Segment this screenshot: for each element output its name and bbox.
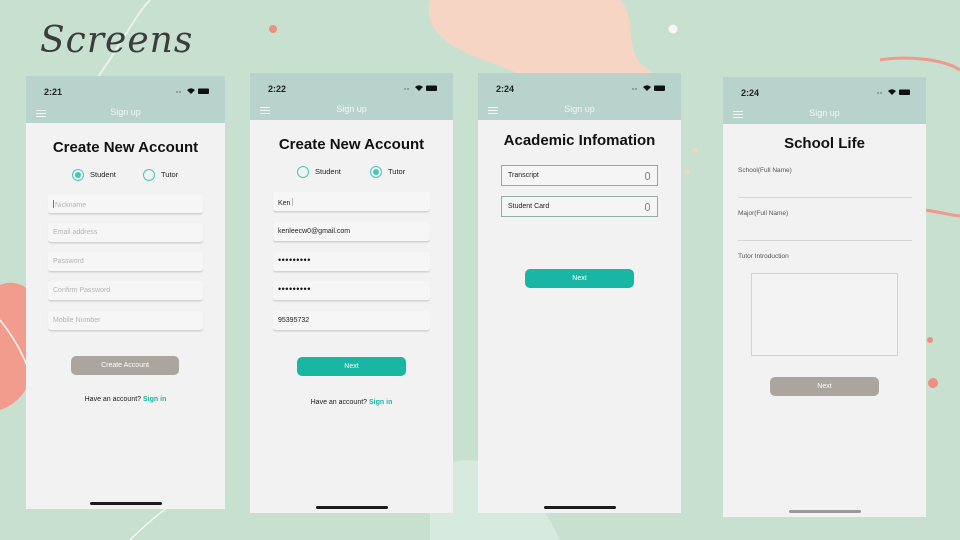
next-button[interactable]: Next: [525, 269, 634, 288]
mobile-input[interactable]: Mobile Number: [48, 311, 203, 331]
confirm-password-input[interactable]: Confirm Password: [48, 281, 203, 301]
page-title: Create New Account: [278, 136, 425, 153]
tutor-introduction-textarea[interactable]: [751, 273, 898, 356]
email-input[interactable]: kenleecw0@gmail.com: [273, 222, 430, 242]
signin-prefix: Have an account?: [310, 399, 368, 406]
password-input[interactable]: •••••••••: [273, 252, 430, 272]
radio-student[interactable]: [297, 166, 309, 178]
phone-screen-4: 2:24 Sign up School Life School(Full Nam…: [723, 77, 926, 517]
page-title: Academic Infomation: [503, 132, 656, 149]
major-label: Major(Full Name): [738, 210, 789, 217]
email-input[interactable]: Email address: [48, 223, 203, 243]
home-indicator: [315, 506, 388, 509]
radio-student-label: Student: [315, 167, 341, 176]
radio-student-label: Student: [90, 170, 116, 179]
radio-tutor-label: Tutor: [388, 167, 406, 176]
role-radio-group: Student Tutor: [250, 165, 453, 181]
signin-prompt: Have an account? Sign in: [26, 396, 225, 403]
nav-title: Sign up: [110, 107, 141, 117]
radio-tutor[interactable]: [143, 169, 155, 181]
student-card-upload[interactable]: Student Card: [501, 196, 658, 217]
page-title: School Life: [784, 135, 865, 152]
school-label: School(Full Name): [738, 167, 792, 174]
status-time: 2:24: [496, 84, 515, 94]
paperclip-icon: [645, 172, 650, 180]
intro-label: Tutor Introduction: [738, 253, 789, 260]
slide-title: Screens: [40, 20, 194, 61]
nickname-input[interactable]: Nickname: [48, 194, 203, 214]
page-title: Create New Account: [52, 139, 199, 156]
status-time: 2:21: [44, 87, 63, 97]
paperclip-icon: [645, 203, 650, 211]
status-icons: [176, 88, 209, 94]
phone-screen-3: 2:24 Sign up Academic Infomation Transcr…: [478, 73, 681, 513]
status-time: 2:22: [268, 84, 287, 94]
school-input[interactable]: [738, 197, 912, 198]
home-indicator: [788, 510, 861, 513]
signin-prompt: Have an account? Sign in: [250, 399, 453, 406]
transcript-upload[interactable]: Transcript: [501, 165, 658, 186]
nickname-input[interactable]: Ken: [273, 192, 430, 212]
radio-tutor[interactable]: [370, 166, 382, 178]
status-time: 2:24: [741, 88, 760, 98]
role-radio-group: Student Tutor: [26, 168, 225, 184]
nav-title: Sign up: [564, 104, 595, 114]
password-input[interactable]: Password: [48, 252, 203, 272]
phone-screen-2: 2:22 Sign up Create New Account Student …: [250, 73, 453, 513]
next-button[interactable]: Next: [770, 377, 879, 396]
signin-prefix: Have an account?: [84, 396, 142, 403]
radio-tutor-label: Tutor: [161, 170, 179, 179]
nav-title: Sign up: [809, 108, 840, 118]
home-indicator: [89, 502, 162, 505]
status-icons: [404, 85, 437, 91]
home-indicator: [543, 506, 616, 509]
create-account-button[interactable]: Create Account: [71, 356, 179, 375]
nav-title: Sign up: [336, 104, 367, 114]
status-icons: [632, 85, 665, 91]
confirm-password-input[interactable]: •••••••••: [273, 281, 430, 301]
transcript-label: Transcript: [508, 172, 539, 179]
next-button[interactable]: Next: [297, 357, 406, 376]
major-input[interactable]: [738, 240, 912, 241]
student-card-label: Student Card: [508, 203, 550, 210]
radio-student[interactable]: [72, 169, 84, 181]
phone-screen-1: 2:21 Sign up Create New Account Student …: [26, 76, 225, 509]
mobile-input[interactable]: 95395732: [273, 311, 430, 331]
signin-link[interactable]: Sign in: [369, 399, 392, 406]
signin-link[interactable]: Sign in: [143, 396, 166, 403]
status-icons: [877, 89, 910, 95]
